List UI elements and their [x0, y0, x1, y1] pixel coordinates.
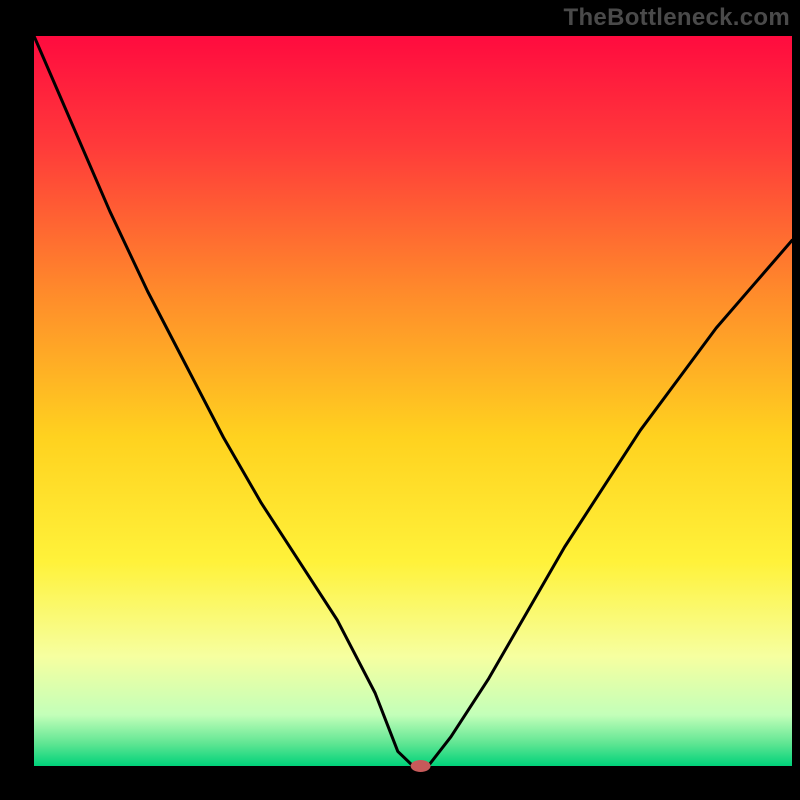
minimum-marker [411, 760, 431, 772]
bottleneck-chart [0, 0, 800, 800]
chart-frame: TheBottleneck.com [0, 0, 800, 800]
plot-background [34, 36, 792, 766]
